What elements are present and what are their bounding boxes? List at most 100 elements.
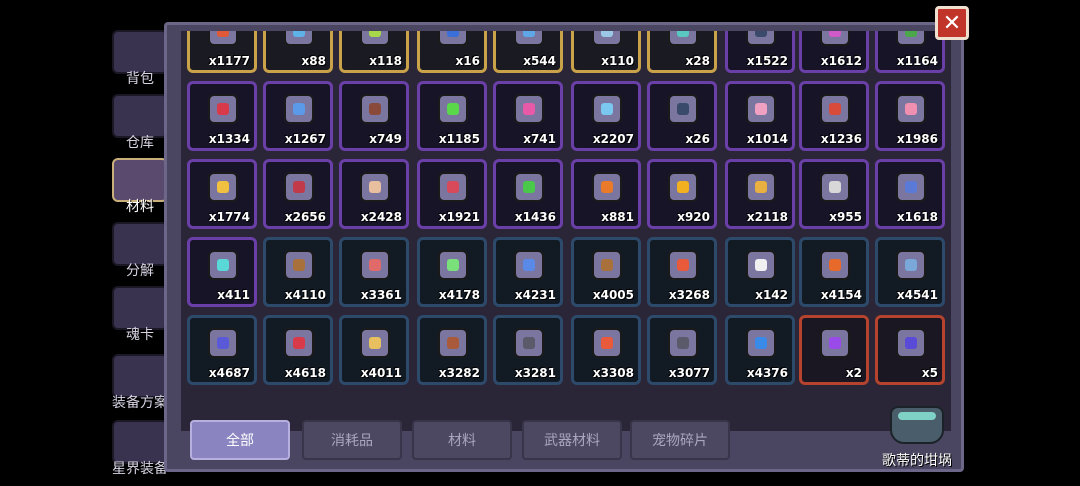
inventory-slot[interactable]: x881 [571,159,641,229]
item-icon [592,94,622,124]
inventory-slot[interactable]: x1014 [725,81,795,151]
item-icon [360,31,390,46]
sidebar-item-decompose[interactable]: 分解 [108,220,172,282]
item-icon [746,94,776,124]
item-count: x411 [217,288,250,302]
inventory-slot[interactable]: x1436 [493,159,563,229]
inventory-slot[interactable]: x4178 [417,237,487,307]
inventory-slot[interactable]: x118 [339,31,409,73]
item-icon [592,328,622,358]
inventory-slot[interactable]: x1986 [875,81,945,151]
inventory-slot[interactable]: x110 [571,31,641,73]
item-count: x4005 [592,288,634,302]
inventory-slot[interactable]: x1522 [725,31,795,73]
inventory-slot[interactable]: x3361 [339,237,409,307]
item-icon [208,250,238,280]
inventory-slot[interactable]: x28 [647,31,717,73]
item-count: x1986 [896,132,938,146]
inventory-slot[interactable]: x26 [647,81,717,151]
sidebar-item-label: 分解 [126,263,154,279]
item-icon [896,31,926,46]
item-count: x3077 [668,366,710,380]
item-count: x1334 [208,132,250,146]
inventory-slot[interactable]: x2118 [725,159,795,229]
item-count: x1236 [820,132,862,146]
inventory-slot[interactable]: x142 [725,237,795,307]
item-icon [746,31,776,46]
inventory-slot[interactable]: x4541 [875,237,945,307]
inventory-slot[interactable]: x2 [799,315,869,385]
tab-consumables[interactable]: 消耗品 [302,420,402,460]
inventory-slot[interactable]: x4618 [263,315,333,385]
sidebar-item-materials[interactable]: 材料 [108,156,172,218]
close-button[interactable]: ✕ [935,6,969,40]
item-icon [746,172,776,202]
inventory-slot[interactable]: x1334 [187,81,257,151]
inventory-slot[interactable]: x16 [417,31,487,73]
inventory-slot[interactable]: x4687 [187,315,257,385]
item-count: x88 [301,54,326,68]
tab-materials[interactable]: 材料 [412,420,512,460]
inventory-slot[interactable]: x920 [647,159,717,229]
inventory-scroll-area[interactable]: x1177 x88 x118 x16 x544 x110 x28 x1522 x1612 x116… [181,31,951,431]
sidebar-item-soul-card[interactable]: 魂卡 [108,284,172,346]
inventory-slot[interactable]: x1921 [417,159,487,229]
sidebar-item-astral-equipment[interactable]: 星界装备 [108,418,172,480]
inventory-slot[interactable]: x1612 [799,31,869,73]
inventory-slot[interactable]: x749 [339,81,409,151]
inventory-slot[interactable]: x1774 [187,159,257,229]
inventory-slot[interactable]: x544 [493,31,563,73]
tab-all[interactable]: 全部 [190,420,290,460]
item-count: x4011 [360,366,402,380]
inventory-slot[interactable]: x4154 [799,237,869,307]
inventory-slot[interactable]: x2428 [339,159,409,229]
sidebar-item-warehouse[interactable]: 仓库 [108,92,172,154]
inventory-slot[interactable]: x1177 [187,31,257,73]
inventory-slot[interactable]: x4011 [339,315,409,385]
cauldron-button[interactable]: 歌蒂的坩埚 [872,400,962,484]
item-count: x4231 [514,288,556,302]
inventory-slot[interactable]: x955 [799,159,869,229]
item-icon [592,31,622,46]
inventory-slot[interactable]: x2656 [263,159,333,229]
inventory-slot[interactable]: x411 [187,237,257,307]
item-count: x1774 [208,210,250,224]
inventory-slot[interactable]: x1267 [263,81,333,151]
inventory-slot[interactable]: x1618 [875,159,945,229]
tab-weapon-materials[interactable]: 武器材料 [522,420,622,460]
inventory-slot[interactable]: x3281 [493,315,563,385]
sidebar-item-label: 仓库 [126,135,154,151]
item-icon [514,172,544,202]
inventory-slot[interactable]: x3308 [571,315,641,385]
item-count: x1618 [896,210,938,224]
inventory-slot[interactable]: x741 [493,81,563,151]
tab-pet-fragments[interactable]: 宠物碎片 [630,420,730,460]
sidebar-item-backpack[interactable]: 背包 [108,28,172,90]
inventory-slot[interactable]: x88 [263,31,333,73]
item-icon [208,328,238,358]
inventory-slot[interactable]: x5 [875,315,945,385]
item-icon [284,31,314,46]
item-count: x1267 [284,132,326,146]
item-count: x4618 [284,366,326,380]
inventory-slot[interactable]: x3268 [647,237,717,307]
inventory-slot[interactable]: x3077 [647,315,717,385]
inventory-slot[interactable]: x4231 [493,237,563,307]
inventory-slot[interactable]: x3282 [417,315,487,385]
inventory-slot[interactable]: x4376 [725,315,795,385]
inventory-slot[interactable]: x1185 [417,81,487,151]
item-icon [896,94,926,124]
item-icon [438,328,468,358]
inventory-slot[interactable]: x4005 [571,237,641,307]
item-icon [284,250,314,280]
item-count: x4178 [438,288,480,302]
item-count: x3308 [592,366,634,380]
sidebar-item-equipment-plan[interactable]: 装备方案 [108,352,172,414]
item-count: x955 [829,210,862,224]
item-count: x1164 [896,54,938,68]
sidebar: 背包 仓库 材料 分解 魂卡 装备方案 星界装备 [108,24,172,486]
inventory-slot[interactable]: x1236 [799,81,869,151]
item-count: x110 [601,54,634,68]
inventory-slot[interactable]: x4110 [263,237,333,307]
inventory-slot[interactable]: x2207 [571,81,641,151]
